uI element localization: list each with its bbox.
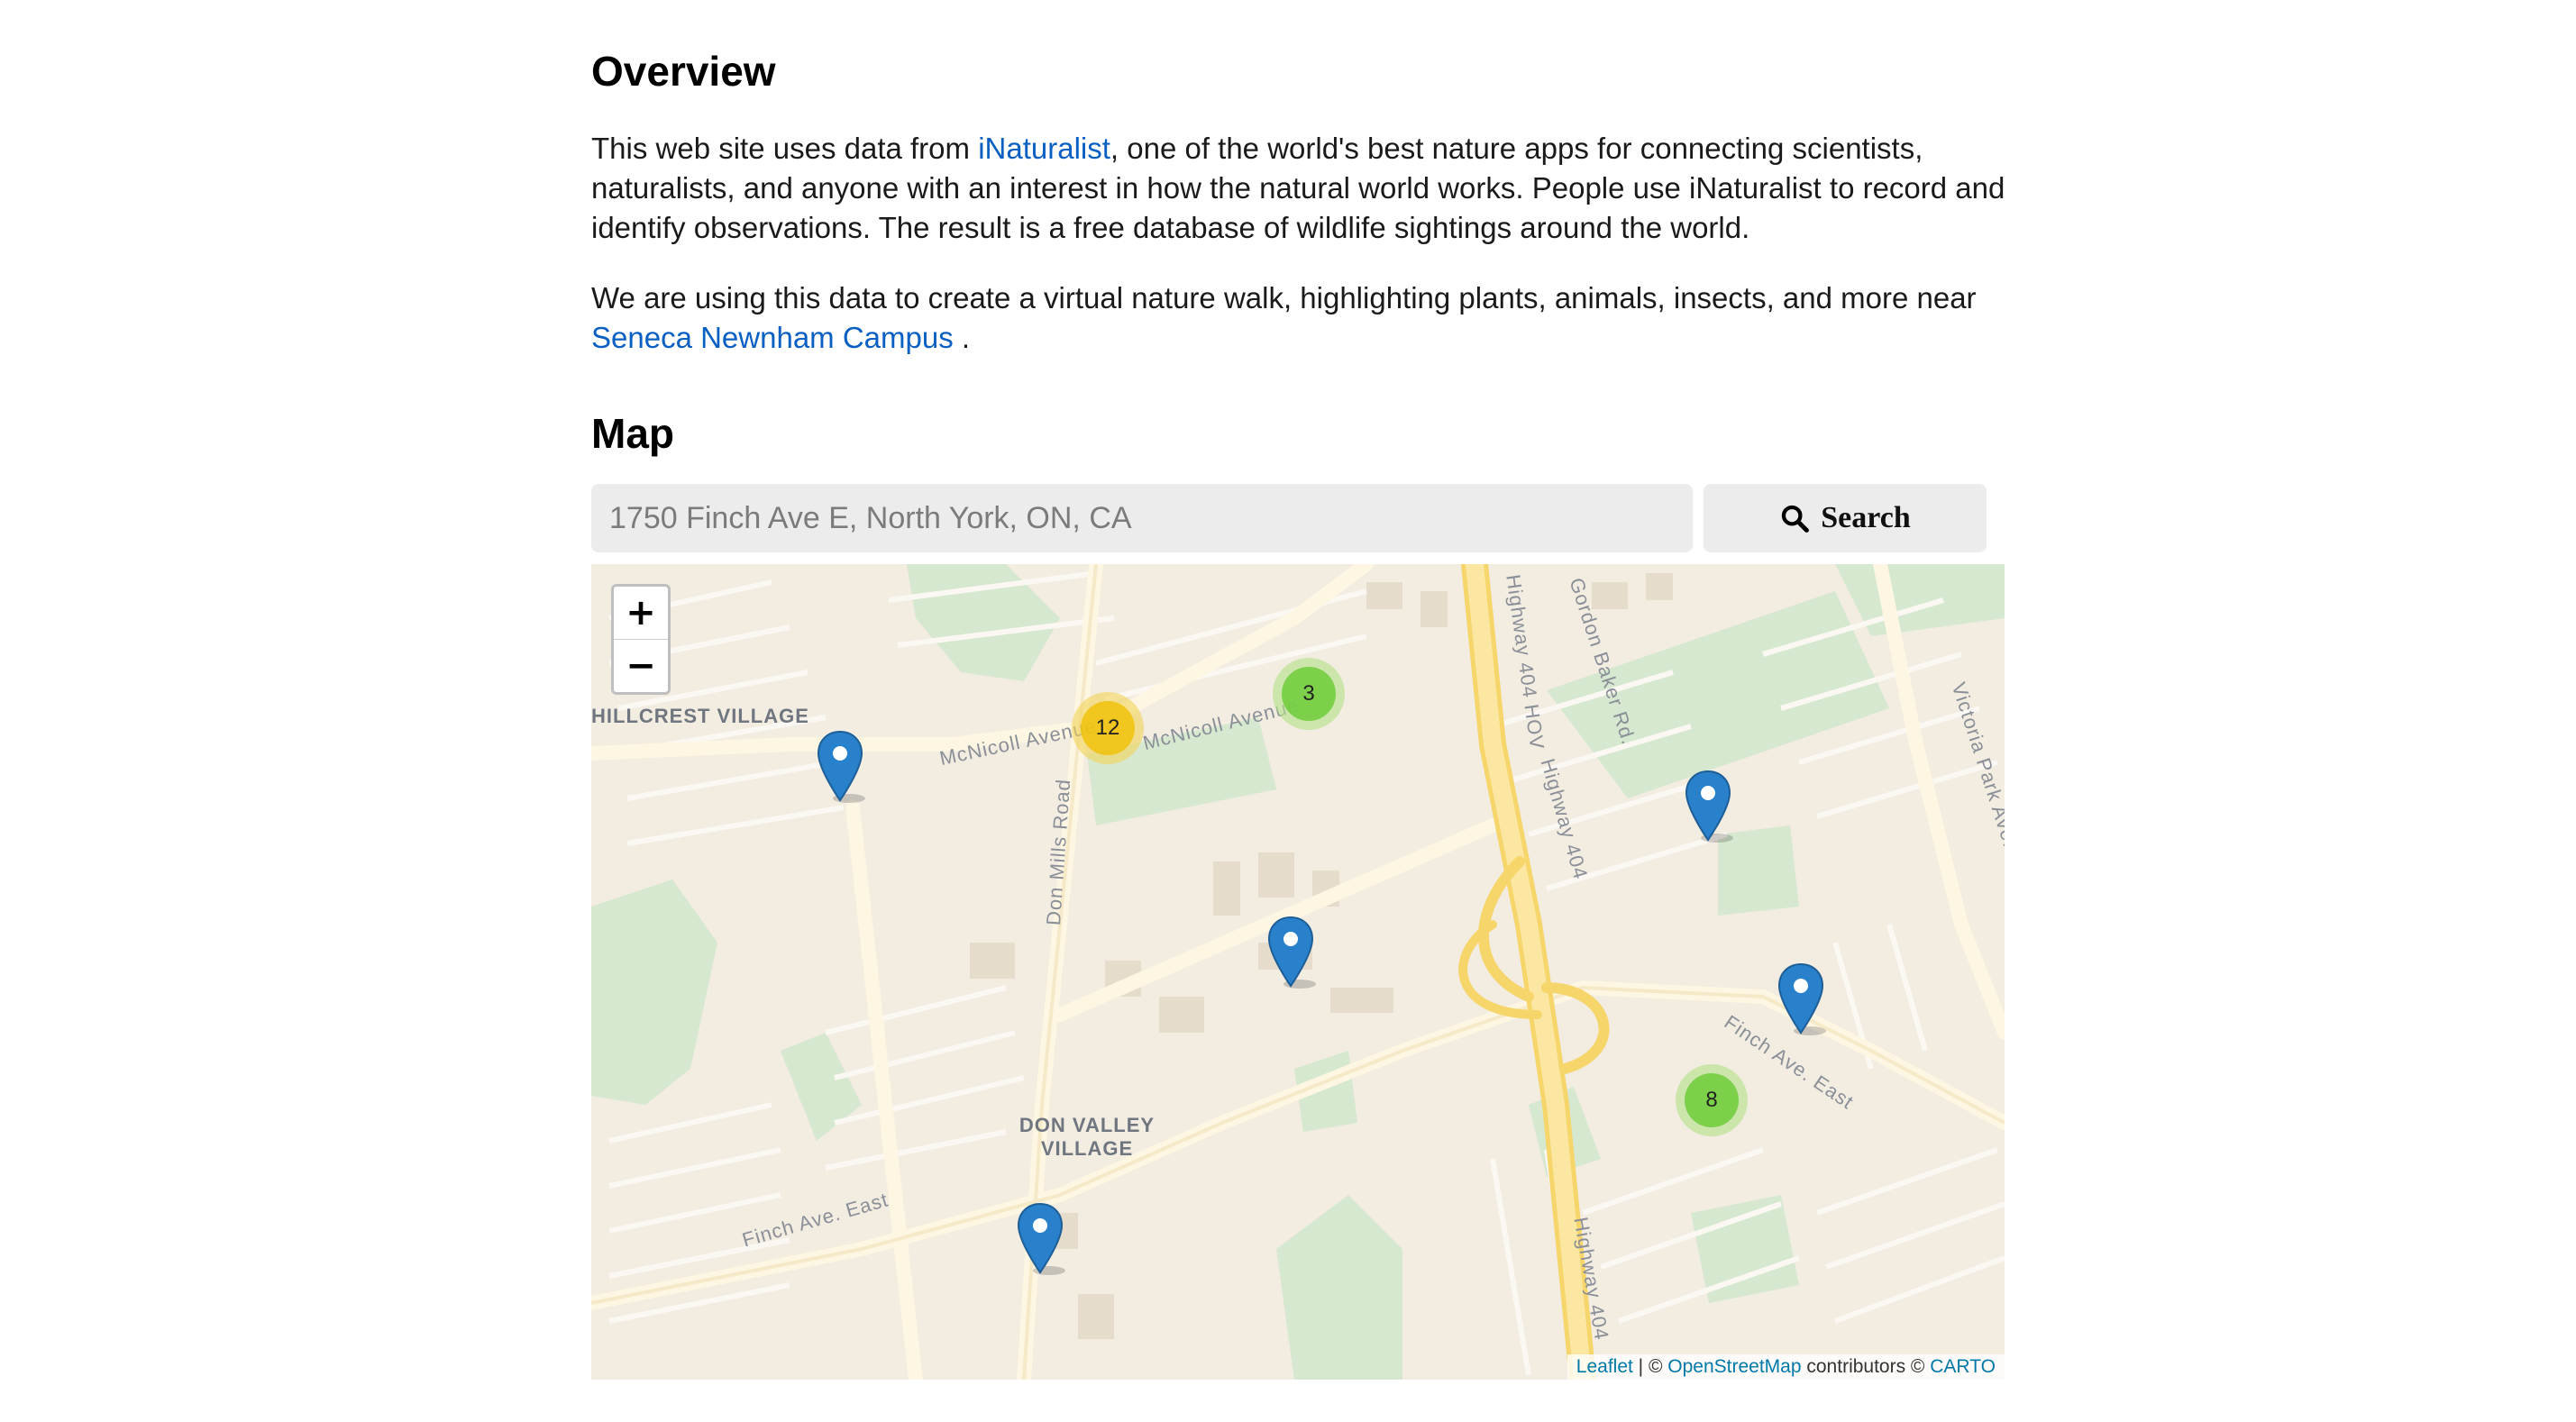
marker-cluster[interactable]: 8 [1676, 1064, 1748, 1136]
search-icon [1782, 505, 1810, 533]
map-view[interactable]: + − HILLCREST VILLAGE DON VALLEY VILLAGE… [591, 564, 2005, 1380]
marker-cluster[interactable]: 3 [1273, 658, 1345, 730]
map-attribution: Leaflet | © OpenStreetMap contributors ©… [1567, 1354, 2005, 1380]
overview-paragraph-1: This web site uses data from iNaturalist… [591, 129, 2006, 248]
p2-text-end: . [953, 321, 971, 354]
p2-text-start: We are using this data to create a virtu… [591, 281, 1977, 314]
zoom-out-button[interactable]: − [614, 639, 668, 692]
overview-paragraph-2: We are using this data to create a virtu… [591, 278, 2006, 358]
place-label-hillcrest: HILLCREST VILLAGE [591, 705, 809, 727]
map-heading: Map [591, 410, 674, 457]
carto-link[interactable]: CARTO [1930, 1356, 1996, 1377]
seneca-campus-link[interactable]: Seneca Newnham Campus [591, 321, 954, 354]
p1-text-start: This web site uses data from [591, 132, 979, 165]
address-search-input[interactable] [591, 484, 1693, 552]
cluster-count: 8 [1685, 1073, 1739, 1127]
place-label-don-valley: DON VALLEY VILLAGE [1019, 1114, 1156, 1160]
search-button[interactable]: Search [1704, 484, 1987, 552]
cluster-count: 3 [1282, 667, 1336, 721]
openstreetmap-link[interactable]: OpenStreetMap [1667, 1356, 1801, 1377]
zoom-control: + − [611, 584, 671, 695]
map-pin-icon[interactable] [817, 730, 865, 803]
map-pin-icon[interactable] [1267, 916, 1316, 989]
attribution-separator: | © [1632, 1356, 1668, 1377]
map-pin-icon[interactable] [1017, 1202, 1065, 1275]
overview-heading: Overview [591, 48, 776, 95]
inaturalist-link[interactable]: iNaturalist [978, 132, 1110, 165]
cluster-count: 12 [1081, 701, 1135, 755]
leaflet-link[interactable]: Leaflet [1576, 1356, 1633, 1377]
search-button-label: Search [1821, 501, 1911, 534]
map-pin-icon[interactable] [1685, 770, 1733, 843]
marker-cluster[interactable]: 12 [1072, 692, 1144, 764]
zoom-in-button[interactable]: + [614, 587, 668, 639]
attribution-contributors: contributors © [1801, 1356, 1931, 1377]
map-pin-icon[interactable] [1777, 962, 1826, 1035]
